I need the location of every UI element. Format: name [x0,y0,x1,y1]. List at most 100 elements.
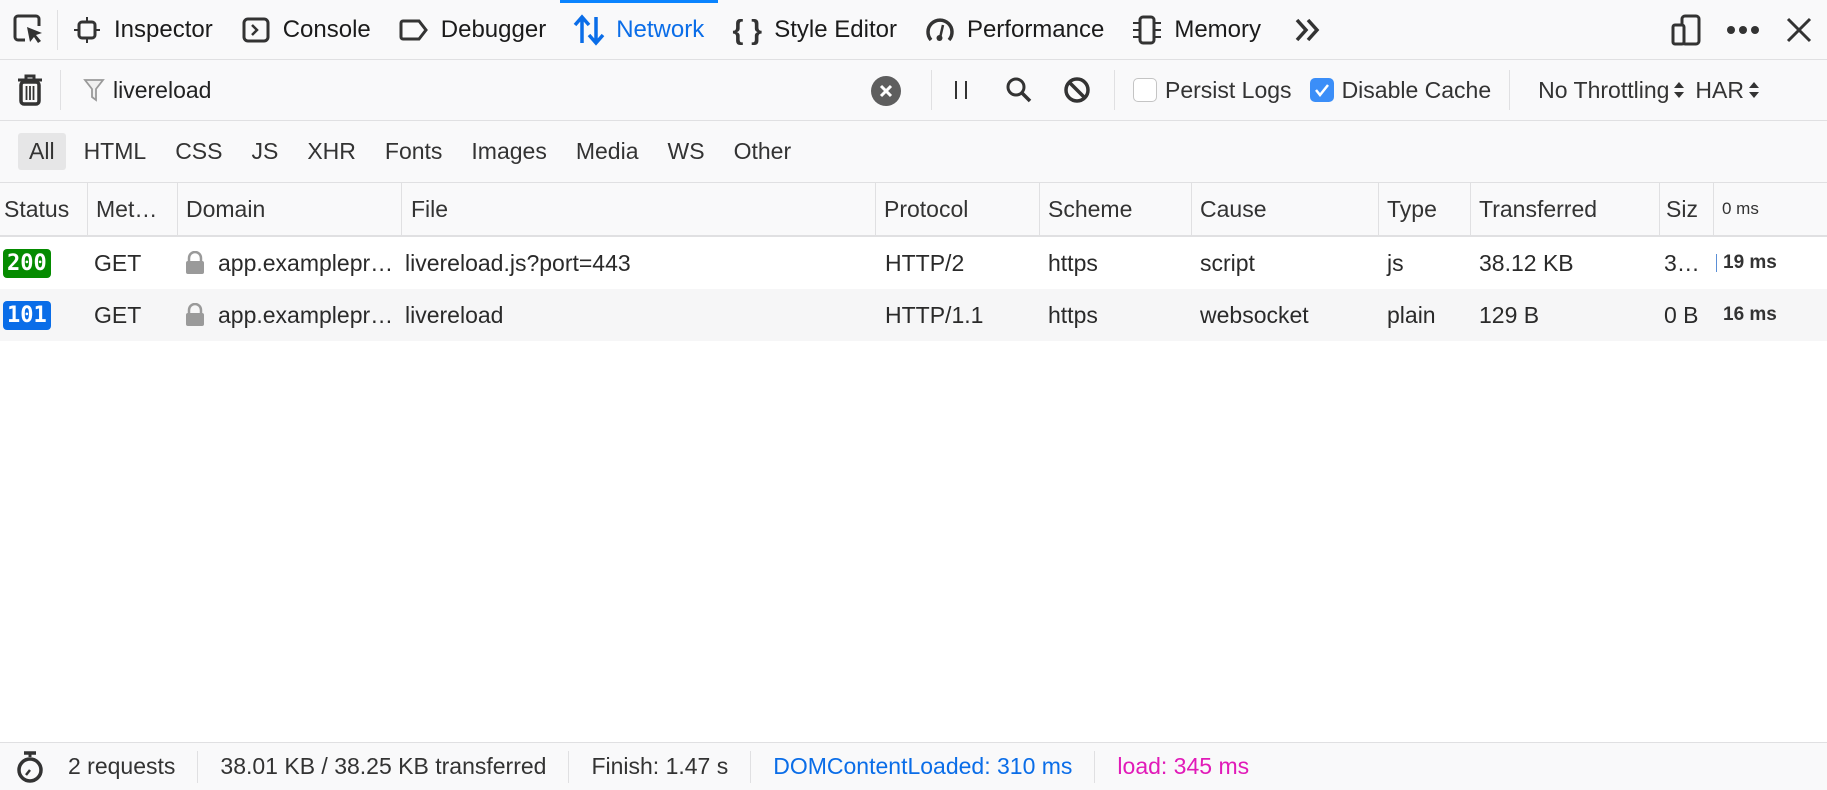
throttling-value: No Throttling [1538,76,1670,103]
tab-inspector[interactable]: Inspector [58,0,227,60]
column-header-type[interactable]: Type [1379,182,1471,236]
close-icon [1786,17,1812,43]
har-label: HAR [1695,76,1744,103]
filter-box [61,60,931,121]
type-filter-other[interactable]: Other [723,133,803,170]
type-filter-all[interactable]: All [18,133,66,170]
more-options-button[interactable] [1715,0,1771,60]
column-header-transferred[interactable]: Transferred [1471,182,1660,236]
type-filter-fonts[interactable]: Fonts [374,133,454,170]
disable-cache-label: Disable Cache [1341,76,1492,103]
domain-cell: app.examplepr… [178,237,402,289]
clear-icon [879,84,893,97]
type-filter-media[interactable]: Media [565,133,650,170]
filter-input[interactable] [113,76,873,104]
performance-icon [923,13,957,47]
pause-icon [955,81,967,99]
column-header-status[interactable]: Status [0,182,88,236]
method-cell: GET [94,301,142,328]
type-cell: plain [1387,301,1436,328]
waterfall-cell: 16 ms [1714,289,1827,341]
type-filter-ws[interactable]: WS [657,133,716,170]
persist-logs-label: Persist Logs [1165,76,1292,103]
table-row[interactable]: 200 GET app.examplepr… livereload.js?por… [0,237,1827,289]
timing-label: 16 ms [1723,304,1777,325]
scheme-cell: https [1048,301,1098,328]
inspector-icon [70,13,104,47]
responsive-design-button[interactable] [1659,0,1715,60]
close-devtools-button[interactable] [1771,0,1827,60]
clear-filter-button[interactable] [871,75,901,106]
status-cell: 101 [0,289,88,341]
tab-label: Debugger [440,15,547,43]
size-cell: 3… [1664,249,1700,276]
column-header-file[interactable]: File [402,182,876,236]
requests-table: Status Met… Domain File Protocol Scheme … [0,182,1827,341]
column-header-method[interactable]: Met… [88,182,178,236]
column-header-waterfall[interactable]: 0 ms [1714,182,1827,236]
request-type-filters: All HTML CSS JS XHR Fonts Images Media W… [0,121,1827,183]
column-header-cause[interactable]: Cause [1192,182,1379,236]
tab-performance[interactable]: Performance [911,0,1118,60]
cause-cell: script [1200,249,1255,276]
tab-label: Memory [1174,15,1262,43]
block-icon [1064,77,1090,103]
updown-arrows-icon [1673,81,1685,99]
cause-cell: websocket [1200,301,1309,328]
file-cell: livereload.js?port=443 [405,249,631,276]
type-filter-xhr[interactable]: XHR [296,133,367,170]
type-filter-css[interactable]: CSS [164,133,233,170]
ellipsis-icon [1727,26,1759,34]
tab-label: Console [282,15,371,43]
tab-label: Style Editor [774,15,897,43]
network-toolbar: Persist Logs Disable Cache No Throttling… [0,60,1827,121]
network-status-bar: 2 requests 38.01 KB / 38.25 KB transferr… [0,742,1827,790]
checkmark-icon [1314,84,1329,97]
tab-debugger[interactable]: Debugger [385,0,560,60]
status-cell: 200 [0,237,88,289]
column-header-scheme[interactable]: Scheme [1040,182,1192,236]
persist-logs-checkbox[interactable]: Persist Logs [1133,77,1292,104]
search-button[interactable] [990,60,1048,121]
lock-icon [186,303,204,326]
performance-analysis-button[interactable] [0,750,64,783]
devtools-tab-bar: Inspector Console Debugger Network { } S… [0,0,1827,60]
type-filter-js[interactable]: JS [240,133,289,170]
disable-cache-checkbox[interactable]: Disable Cache [1309,76,1492,104]
disable-cache-box[interactable] [1309,78,1334,102]
console-icon [239,13,273,47]
lock-icon [186,251,204,274]
column-header-size[interactable]: Siz [1660,182,1714,236]
tab-console[interactable]: Console [227,0,385,60]
tab-memory[interactable]: Memory [1118,0,1275,60]
transferred-cell: 129 B [1479,301,1540,328]
more-tools-button[interactable] [1275,0,1337,60]
tab-style-editor[interactable]: { } Style Editor [718,0,911,60]
table-header: Status Met… Domain File Protocol Scheme … [0,182,1827,237]
size-cell: 0 B [1664,301,1699,328]
element-picker-button[interactable] [0,9,58,50]
status-badge: 200 [3,248,51,278]
table-row[interactable]: 101 GET app.examplepr… livereload HTTP/1… [0,289,1827,341]
file-cell: livereload [405,301,504,328]
trash-icon [18,74,42,106]
protocol-cell: HTTP/1.1 [885,301,984,328]
persist-logs-box[interactable] [1133,78,1157,102]
har-select[interactable]: HAR [1695,77,1760,104]
column-header-protocol[interactable]: Protocol [876,182,1040,236]
tab-label: Inspector [114,15,213,43]
load-time: load: 345 ms [1117,753,1250,779]
throttling-select[interactable]: No Throttling [1538,77,1685,104]
tabbar-actions [1659,0,1827,60]
waterfall-cell: 19 ms [1714,237,1827,289]
block-requests-button[interactable] [1048,60,1106,121]
toolbar-divider [1509,70,1511,110]
type-filter-html[interactable]: HTML [73,133,158,170]
type-filter-images[interactable]: Images [460,133,557,170]
pause-button[interactable] [932,60,990,121]
status-badge: 101 [3,300,51,330]
clear-requests-button[interactable] [0,60,60,121]
tab-network[interactable]: Network [560,0,719,60]
column-header-domain[interactable]: Domain [178,182,402,236]
waterfall-bar [1716,254,1717,272]
